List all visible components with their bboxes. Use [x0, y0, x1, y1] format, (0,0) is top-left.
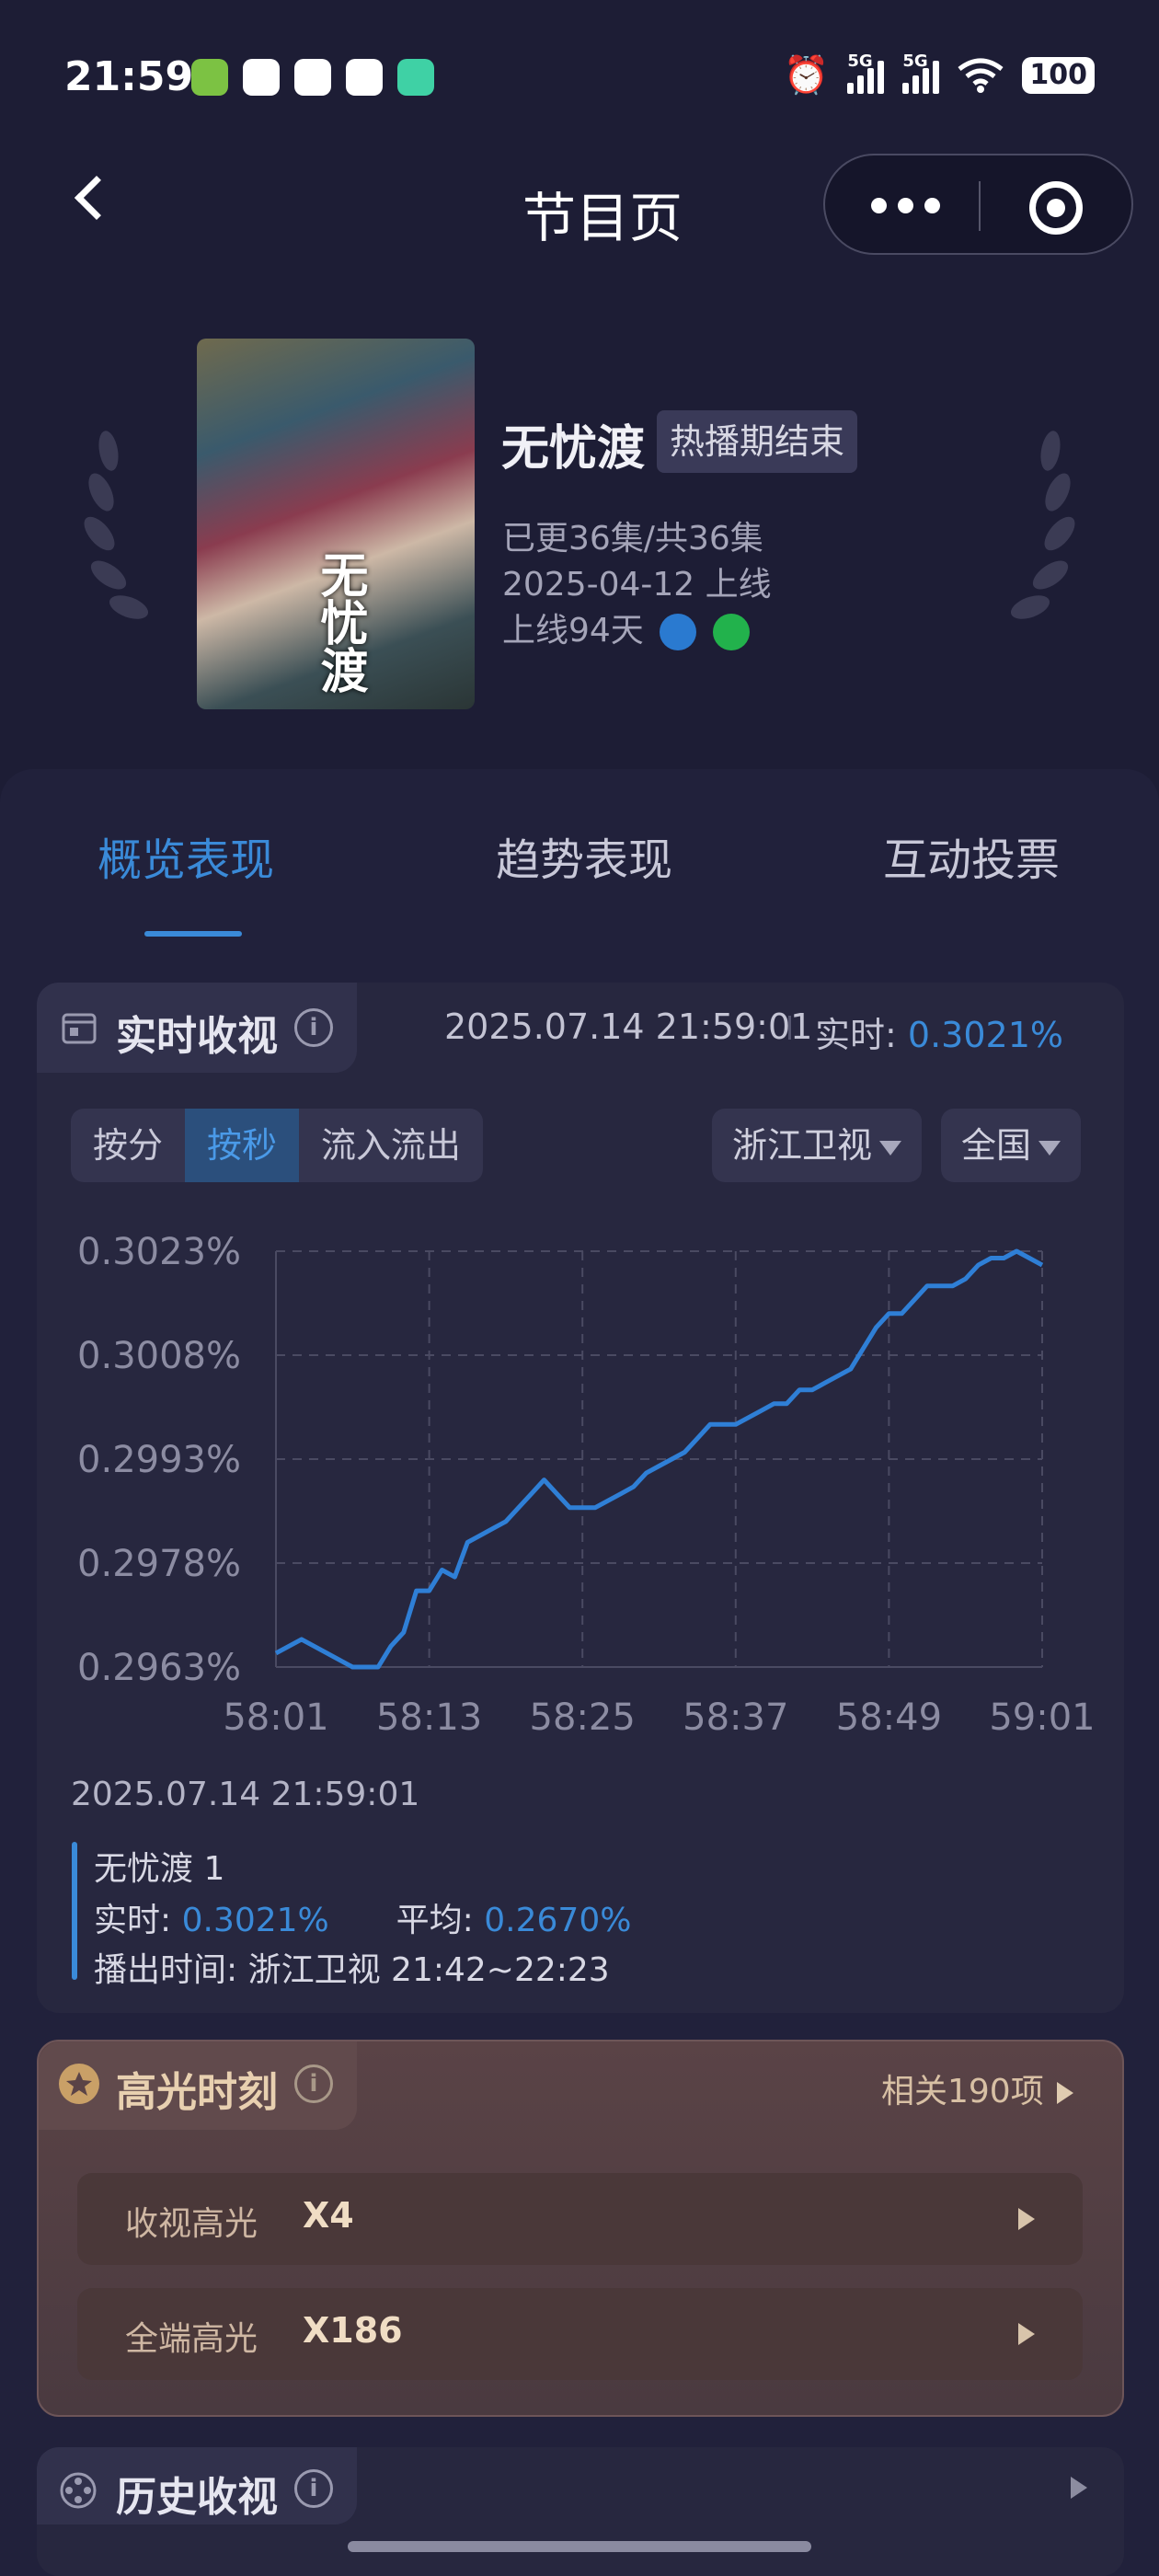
- legend-values-row: 实时: 0.3021% 平均: 0.2670%: [94, 1893, 631, 1941]
- shield-app-icon: [397, 59, 434, 96]
- poster-title: 无忧渡: [312, 550, 367, 694]
- tv-calendar-icon: [62, 1013, 97, 1044]
- show-name: 无忧渡: [501, 421, 646, 477]
- star-icon: [59, 2064, 99, 2104]
- legend-broadcast-row: 播出时间: 浙江卫视 21:42~22:23: [94, 1943, 610, 1991]
- channel-dropdown[interactable]: 浙江卫视: [712, 1109, 923, 1182]
- highlight-row-ratings[interactable]: 收视高光 X4: [77, 2173, 1083, 2265]
- film-reel-icon: [60, 2472, 97, 2509]
- legend-realtime-label: 实时:: [94, 1902, 172, 1939]
- laurel-right-icon: [1010, 431, 1075, 619]
- status-time: 21:59: [64, 53, 194, 100]
- tab-indicator: [144, 931, 242, 937]
- legend-series-bar: [72, 1842, 77, 1980]
- miniprogram-capsule: [823, 154, 1133, 255]
- home-indicator[interactable]: [348, 2541, 811, 2552]
- mode-inflow-outflow[interactable]: 流入流出: [299, 1109, 483, 1182]
- close-target-icon[interactable]: [1029, 181, 1083, 235]
- y-tick-label: 0.2963%: [77, 1647, 241, 1689]
- zhejiang-tv-logo-icon: [660, 614, 697, 650]
- y-tick-label: 0.2978%: [77, 1543, 241, 1585]
- broadcast-value: 浙江卫视 21:42~22:23: [247, 1951, 610, 1989]
- x-tick-label: 58:01: [223, 1696, 328, 1739]
- telecom-icon: [243, 59, 280, 96]
- realtime-title: 实时收视: [116, 1013, 278, 1060]
- video-app-icon: [294, 59, 331, 96]
- days-online-row: 上线94天: [502, 604, 750, 651]
- realtime-value-row: 实时: 0.3021%: [815, 1006, 1063, 1057]
- legend-realtime-value: 0.3021%: [181, 1902, 329, 1939]
- wifi-icon: [958, 58, 1004, 93]
- region-value: 全国: [961, 1125, 1032, 1166]
- x-tick-label: 59:01: [989, 1696, 1095, 1739]
- status-app-icons: [191, 59, 434, 96]
- channel-value: 浙江卫视: [732, 1125, 873, 1166]
- highlight-row-label: 收视高光: [125, 2205, 258, 2243]
- highlight-row-label: 全端高光: [125, 2320, 258, 2358]
- timestamp-divider: [788, 1016, 791, 1040]
- y-tick-label: 0.3008%: [77, 1335, 241, 1377]
- chevron-down-icon: [879, 1140, 902, 1156]
- signal-icon-1: 5G: [847, 52, 885, 94]
- episode-count: 已更36集/共36集: [502, 520, 763, 558]
- broadcast-label: 播出时间:: [94, 1951, 238, 1989]
- play-arrow-icon: [1018, 2208, 1035, 2230]
- play-arrow-icon: [1056, 2082, 1073, 2104]
- mode-segmented-control: 按分 按秒 流入流出: [71, 1109, 484, 1182]
- highlight-info-icon[interactable]: i: [294, 2064, 333, 2103]
- y-tick-label: 0.2993%: [77, 1439, 241, 1481]
- alarm-icon: ⏰: [783, 54, 830, 97]
- play-arrow-icon: [1071, 2477, 1087, 2499]
- x-tick-label: 58:37: [683, 1696, 788, 1739]
- status-badge: 热播期结束: [657, 410, 858, 473]
- legend-avg-label: 平均:: [396, 1902, 474, 1939]
- region-dropdown[interactable]: 全国: [941, 1109, 1082, 1182]
- highlight-row-value: X4: [303, 2195, 354, 2236]
- more-icon[interactable]: [871, 198, 940, 213]
- tencent-app-icon: [346, 59, 383, 96]
- realtime-value: 0.3021%: [907, 1015, 1063, 1055]
- x-tick-label: 58:49: [836, 1696, 942, 1739]
- highlight-row-all-platform[interactable]: 全端高光 X186: [77, 2288, 1083, 2380]
- status-indicators: ⏰ 5G 5G 100: [783, 52, 1095, 97]
- legend-avg-value: 0.2670%: [484, 1902, 632, 1939]
- highlight-title: 高光时刻: [116, 2069, 278, 2116]
- show-poster[interactable]: 无忧渡: [197, 339, 475, 709]
- play-arrow-icon: [1018, 2323, 1035, 2345]
- tab-overview[interactable]: 概览表现: [98, 823, 274, 888]
- battery-indicator: 100: [1022, 56, 1095, 94]
- related-count: 相关190项: [881, 2073, 1044, 2110]
- realtime-label: 实时:: [815, 1015, 897, 1055]
- highlight-row-value: X186: [303, 2310, 403, 2351]
- x-tick-label: 58:13: [376, 1696, 482, 1739]
- legend-timestamp: 2025.07.14 21:59:01: [71, 1776, 420, 1813]
- laurel-left-icon: [84, 431, 149, 619]
- signal-icon-2: 5G: [902, 52, 940, 94]
- mode-by-minute[interactable]: 按分: [71, 1109, 185, 1182]
- premiere-date: 2025-04-12 上线: [502, 566, 772, 604]
- tab-trend[interactable]: 趋势表现: [496, 823, 672, 888]
- legend-series-name: 无忧渡 1: [94, 1850, 225, 1888]
- x-tick-label: 58:25: [530, 1696, 636, 1739]
- tab-vote[interactable]: 互动投票: [883, 823, 1060, 888]
- realtime-timestamp: 2025.07.14 21:59:01: [444, 1006, 813, 1047]
- days-online: 上线94天: [502, 612, 644, 650]
- y-tick-label: 0.3023%: [77, 1231, 241, 1273]
- iqiyi-logo-icon: [712, 614, 750, 650]
- history-info-icon[interactable]: i: [294, 2469, 333, 2508]
- info-icon[interactable]: i: [294, 1008, 333, 1047]
- history-title: 历史收视: [116, 2474, 278, 2521]
- highlight-related-link[interactable]: 相关190项: [881, 2064, 1073, 2112]
- chevron-down-icon: [1039, 1140, 1061, 1156]
- realtime-line-chart[interactable]: 0.3023% 0.3008% 0.2993% 0.2978% 0.2963% 58:01…: [0, 1196, 1159, 1757]
- mode-by-second[interactable]: 按秒: [185, 1109, 300, 1182]
- capsule-divider: [979, 181, 981, 231]
- wechat-pay-icon: [191, 59, 228, 96]
